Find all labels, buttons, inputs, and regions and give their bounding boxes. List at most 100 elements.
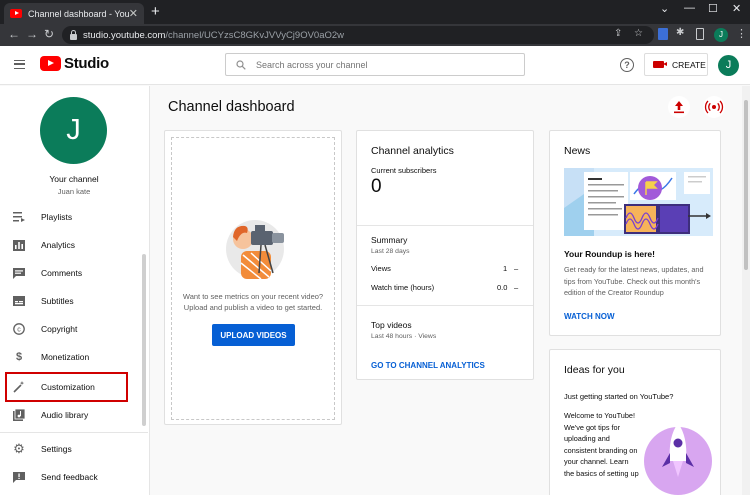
divider: [357, 225, 533, 226]
ideas-title: Ideas for you: [564, 364, 625, 376]
chevron-down-icon[interactable]: ⌄: [660, 2, 669, 15]
sidebar-divider: [0, 432, 148, 433]
channel-name: Juan kate: [57, 187, 91, 196]
browser-toolbar: ← → ↻ studio.youtube.com/channel/UCYzsC8…: [0, 24, 750, 46]
your-channel-label: Your channel: [49, 174, 99, 184]
camera-person-illustration: [226, 220, 284, 280]
live-broadcast-icon: [704, 100, 724, 114]
address-bar[interactable]: studio.youtube.com/channel/UCYzsC8GKvJVV…: [62, 26, 654, 44]
sidebar-item-label: Send feedback: [41, 472, 98, 482]
sidebar-item-label: Subtitles: [41, 296, 74, 306]
lock-icon[interactable]: [70, 29, 77, 40]
sidebar-scrollbar[interactable]: [142, 254, 146, 426]
channel-avatar[interactable]: J: [40, 97, 107, 164]
search-box[interactable]: [225, 53, 525, 76]
go-to-channel-analytics-link[interactable]: GO TO CHANNEL ANALYTICS: [371, 361, 485, 370]
account-avatar[interactable]: J: [718, 55, 739, 76]
sidebar-item-label: Copyright: [41, 324, 78, 334]
views-value: 1: [503, 264, 508, 273]
watch-time-label: Watch time (hours): [371, 283, 435, 292]
studio-logo[interactable]: Studio: [40, 55, 109, 72]
maximize-icon[interactable]: ☐: [708, 2, 718, 15]
sidebar-item-monetization[interactable]: $ Monetization: [0, 344, 146, 370]
sidebar-item-send-feedback[interactable]: Send feedback: [0, 464, 146, 490]
url-path: /channel/UCYzsC8GKvJVVyCj9OV0aO2w: [165, 29, 345, 41]
trend-dash-icon: –: [514, 283, 519, 292]
news-roundup-image: [564, 168, 713, 236]
summary-period: Last 28 days: [371, 248, 410, 255]
sidebar: J Your channel Juan kate Playlists Analy…: [0, 86, 150, 495]
news-body: Get ready for the latest news, updates, …: [564, 265, 704, 297]
svg-text:c: c: [17, 326, 21, 333]
ideas-subtitle: Just getting started on YouTube?: [564, 392, 674, 401]
minimize-icon[interactable]: —: [684, 2, 695, 14]
summary-title: Summary: [371, 235, 408, 245]
browser-tab-strip: Channel dashboard - YouTube Studio ✕ + ⌄…: [0, 0, 750, 24]
extension-icon[interactable]: [658, 28, 668, 40]
sidebar-item-label: Audio library: [41, 410, 89, 420]
playlists-icon: [12, 210, 26, 224]
tab-close-icon[interactable]: ✕: [129, 7, 138, 20]
youtube-favicon-icon: [10, 9, 22, 18]
sidebar-item-audio-library[interactable]: Audio library: [0, 402, 146, 428]
url-host: studio.youtube.com: [83, 29, 166, 41]
gear-icon: ⚙: [13, 441, 25, 456]
video-camera-icon: [653, 61, 667, 68]
subscriber-count: 0: [371, 176, 382, 197]
sidebar-item-subtitles[interactable]: Subtitles: [0, 288, 146, 314]
current-subscribers-label: Current subscribers: [371, 166, 437, 175]
top-videos-subtitle: Last 48 hours · Views: [371, 333, 437, 340]
main-scrollbar-thumb[interactable]: [744, 100, 748, 270]
side-panel-icon[interactable]: [696, 28, 704, 40]
new-tab-icon[interactable]: +: [151, 4, 160, 19]
puzzle-extensions-icon[interactable]: ✱: [676, 27, 684, 38]
watch-time-value: 0.0: [497, 283, 508, 292]
hamburger-menu-icon[interactable]: [14, 60, 25, 69]
forward-icon[interactable]: →: [26, 27, 38, 41]
close-window-icon[interactable]: ✕: [732, 2, 741, 15]
browser-profile-avatar[interactable]: J: [714, 28, 728, 42]
channel-analytics-card: Channel analytics Current subscribers 0 …: [356, 130, 534, 380]
browser-tab[interactable]: Channel dashboard - YouTube Studio ✕: [4, 3, 144, 24]
comments-icon: [12, 266, 26, 280]
ideas-card: Ideas for you Just getting started on Yo…: [549, 349, 721, 495]
tab-title: Channel dashboard - YouTube Studio: [28, 8, 129, 19]
create-button[interactable]: CREATE: [644, 53, 708, 76]
divider: [357, 305, 533, 306]
go-live-button[interactable]: [703, 96, 725, 118]
search-input[interactable]: [256, 59, 506, 70]
upload-videos-button[interactable]: UPLOAD VIDEOS: [212, 324, 295, 346]
search-icon: [236, 59, 246, 70]
sidebar-item-label: Comments: [41, 268, 83, 278]
sidebar-item-settings[interactable]: ⚙ Settings: [0, 436, 146, 462]
top-videos-title: Top videos: [371, 320, 412, 330]
watch-now-link[interactable]: WATCH NOW: [564, 312, 615, 321]
create-label: CREATE: [672, 59, 706, 70]
subtitles-icon: [12, 294, 26, 308]
browser-menu-icon[interactable]: ⋮: [736, 27, 747, 40]
upload-card: Want to see metrics on your recent video…: [164, 130, 342, 425]
youtube-logo-icon: [40, 56, 61, 71]
bookmark-star-icon[interactable]: ☆: [634, 28, 643, 39]
sidebar-item-copyright[interactable]: c Copyright: [0, 316, 146, 342]
news-card: News Your Roundup is here! Get ready for…: [549, 130, 721, 336]
share-icon[interactable]: ⇪: [614, 28, 622, 39]
help-icon[interactable]: ?: [620, 58, 634, 72]
main-content: Channel dashboard Want to see metrics on…: [151, 86, 750, 495]
sidebar-item-label: Settings: [41, 444, 72, 454]
views-label: Views: [371, 264, 391, 273]
upload-video-button[interactable]: [668, 96, 690, 118]
sidebar-item-label: Monetization: [41, 352, 90, 362]
reload-icon[interactable]: ↻: [44, 27, 54, 41]
back-icon[interactable]: ←: [8, 27, 20, 41]
sidebar-item-comments[interactable]: Comments: [0, 260, 146, 286]
copyright-icon: c: [12, 322, 26, 336]
sidebar-item-playlists[interactable]: Playlists: [0, 204, 146, 230]
feedback-icon: [12, 470, 26, 484]
page-title: Channel dashboard: [168, 99, 295, 115]
customization-highlight: [5, 372, 128, 402]
sidebar-item-analytics[interactable]: Analytics: [0, 232, 146, 258]
upload-prompt-text: Want to see metrics on your recent video…: [182, 292, 324, 312]
ideas-body: Welcome to YouTube! We've got tips for u…: [564, 411, 639, 478]
rocket-illustration: [644, 423, 712, 495]
